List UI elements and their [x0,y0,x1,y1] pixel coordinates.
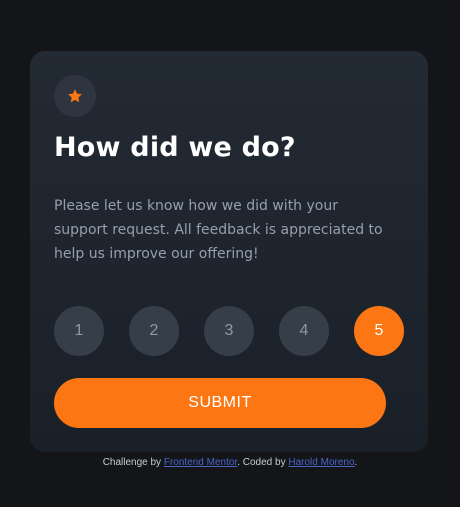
card-description: Please let us know how we did with your … [54,198,383,262]
submit-button[interactable]: SUBMIT [54,378,386,428]
rating-button-4[interactable]: 4 [279,306,329,356]
frontend-mentor-link[interactable]: Frontend Mentor [164,457,237,468]
star-icon [67,88,83,104]
rating-button-2[interactable]: 2 [129,306,179,356]
rating-card: How did we do? Please let us know how we… [30,51,428,452]
rating-button-5[interactable]: 5 [354,306,404,356]
attribution: Challenge by Frontend Mentor. Coded by H… [0,457,460,468]
star-icon-badge [54,75,96,117]
attribution-middle: . Coded by [237,457,289,468]
rating-button-3[interactable]: 3 [204,306,254,356]
rating-options: 1 2 3 4 5 [54,306,405,356]
attribution-suffix: . [354,457,358,468]
author-link[interactable]: Harold Moreno [288,457,354,468]
card-title: How did we do? [54,132,296,163]
attribution-prefix: Challenge by [102,457,164,468]
rating-button-1[interactable]: 1 [54,306,104,356]
